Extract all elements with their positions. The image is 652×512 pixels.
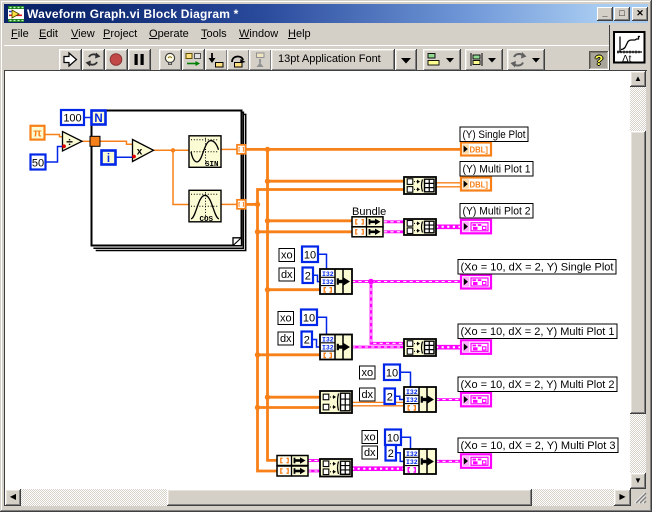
svg-text:10: 10	[387, 433, 399, 445]
svg-text:I32: I32	[406, 389, 418, 396]
svg-text:N: N	[94, 113, 102, 125]
svg-text:Bundle: Bundle	[352, 206, 386, 218]
svg-text:50: 50	[32, 158, 44, 170]
svg-text:xo: xo	[364, 432, 376, 444]
svg-text:I32: I32	[322, 336, 334, 343]
svg-text:(Y) Multi Plot 2: (Y) Multi Plot 2	[463, 206, 531, 218]
svg-text:(Y) Single Plot: (Y) Single Plot	[463, 129, 526, 141]
svg-text:2: 2	[388, 448, 394, 460]
svg-text:xo: xo	[281, 250, 293, 262]
svg-text:COS: COS	[199, 216, 213, 224]
svg-text:I32: I32	[322, 345, 334, 352]
svg-text:2: 2	[305, 271, 311, 283]
svg-text:(Xo = 10, dX = 2, Y) Multi Plo: (Xo = 10, dX = 2, Y) Multi Plot 2	[461, 379, 615, 391]
svg-text:2: 2	[304, 335, 310, 347]
svg-text:(Xo = 10, dX = 2, Y) Multi Plo: (Xo = 10, dX = 2, Y) Multi Plot 3	[461, 440, 616, 452]
svg-text:xo: xo	[361, 367, 373, 379]
svg-text:dx: dx	[361, 389, 373, 401]
svg-text:10: 10	[386, 368, 398, 380]
svg-text:x: x	[137, 147, 143, 158]
svg-text:I32: I32	[322, 271, 334, 278]
svg-text:I32: I32	[406, 451, 418, 458]
svg-text:(Y) Multi Plot 1: (Y) Multi Plot 1	[463, 164, 531, 176]
svg-text:I32: I32	[322, 279, 334, 286]
svg-text:I32: I32	[406, 397, 418, 404]
svg-text:SIN: SIN	[205, 161, 219, 169]
svg-text:dx: dx	[280, 333, 292, 345]
svg-text:π: π	[33, 128, 42, 140]
svg-text:dx: dx	[281, 269, 293, 281]
svg-text:i: i	[107, 153, 110, 165]
svg-text:DBL]: DBL]	[470, 180, 489, 189]
svg-text:(Xo = 10, dX = 2, Y) Multi Plo: (Xo = 10, dX = 2, Y) Multi Plot 1	[461, 326, 615, 338]
svg-text:(Xo = 10, dX = 2, Y) Single Pl: (Xo = 10, dX = 2, Y) Single Plot	[461, 262, 614, 274]
svg-text:2: 2	[387, 392, 393, 404]
svg-text:Δt: Δt	[622, 54, 632, 64]
svg-text:10: 10	[303, 313, 315, 325]
svg-text:100: 100	[63, 113, 81, 125]
svg-text:xo: xo	[280, 313, 292, 325]
svg-text:I32: I32	[406, 459, 418, 466]
svg-text:DBL]: DBL]	[470, 145, 489, 154]
svg-text:÷: ÷	[66, 135, 73, 149]
svg-text:dx: dx	[364, 447, 376, 459]
svg-text:10: 10	[304, 250, 316, 262]
